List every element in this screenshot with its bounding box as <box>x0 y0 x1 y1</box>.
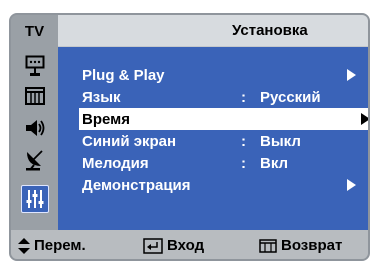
up-down-arrows-icon <box>18 237 30 254</box>
antenna-picture-icon[interactable] <box>23 55 47 77</box>
menu-item-language[interactable]: Язык : Русский <box>58 86 368 108</box>
menu-header: TV Установка <box>11 15 368 47</box>
return-hint: Возврат <box>259 237 342 254</box>
menu-item-demonstration[interactable]: Демонстрация <box>58 174 368 196</box>
enter-hint: Вход <box>143 237 204 254</box>
menu-item-value: Выкл <box>260 132 301 150</box>
menu-item-label: Язык <box>82 88 121 106</box>
menu-item-plug-and-play[interactable]: Plug & Play <box>58 64 368 86</box>
menu-item-label: Plug & Play <box>82 66 165 84</box>
menu-item-blue-screen[interactable]: Синий экран : Выкл <box>58 130 368 152</box>
tv-mode-label: TV <box>11 15 58 47</box>
menu-button-icon <box>259 238 277 253</box>
submenu-arrow-icon <box>347 179 356 191</box>
enter-hint-label: Вход <box>167 237 205 254</box>
speaker-icon[interactable] <box>23 117 47 139</box>
submenu-arrow-icon <box>347 69 356 81</box>
menu-item-colon: : <box>241 88 246 106</box>
menu-item-time[interactable]: Время <box>79 108 368 130</box>
menu-item-label: Демонстрация <box>82 176 191 194</box>
menu-item-colon: : <box>241 154 246 172</box>
menu-item-melody[interactable]: Мелодия : Вкл <box>58 152 368 174</box>
category-sidebar <box>11 47 58 230</box>
move-hint-label: Перем. <box>34 237 86 254</box>
menu-item-value: Русский <box>260 88 321 106</box>
move-hint: Перем. <box>18 237 86 254</box>
menu-item-label: Синий экран <box>82 132 177 150</box>
equalizer-sliders-icon[interactable] <box>21 185 49 213</box>
submenu-arrow-icon <box>361 113 368 125</box>
menu-item-label: Время <box>82 110 130 128</box>
enter-icon <box>143 237 163 254</box>
menu-item-value: Вкл <box>260 154 289 172</box>
button-guide-bar: Перем. Вход Возврат <box>11 230 368 259</box>
satellite-dish-icon[interactable] <box>23 149 47 171</box>
screen-icon[interactable] <box>23 85 47 107</box>
menu-item-colon: : <box>241 132 246 150</box>
return-hint-label: Возврат <box>281 237 343 254</box>
page-title: Установка <box>58 15 368 47</box>
menu-item-label: Мелодия <box>82 154 149 172</box>
osd-menu-window: TV Установка Plug & Play Язык: Русский … <box>9 13 370 261</box>
